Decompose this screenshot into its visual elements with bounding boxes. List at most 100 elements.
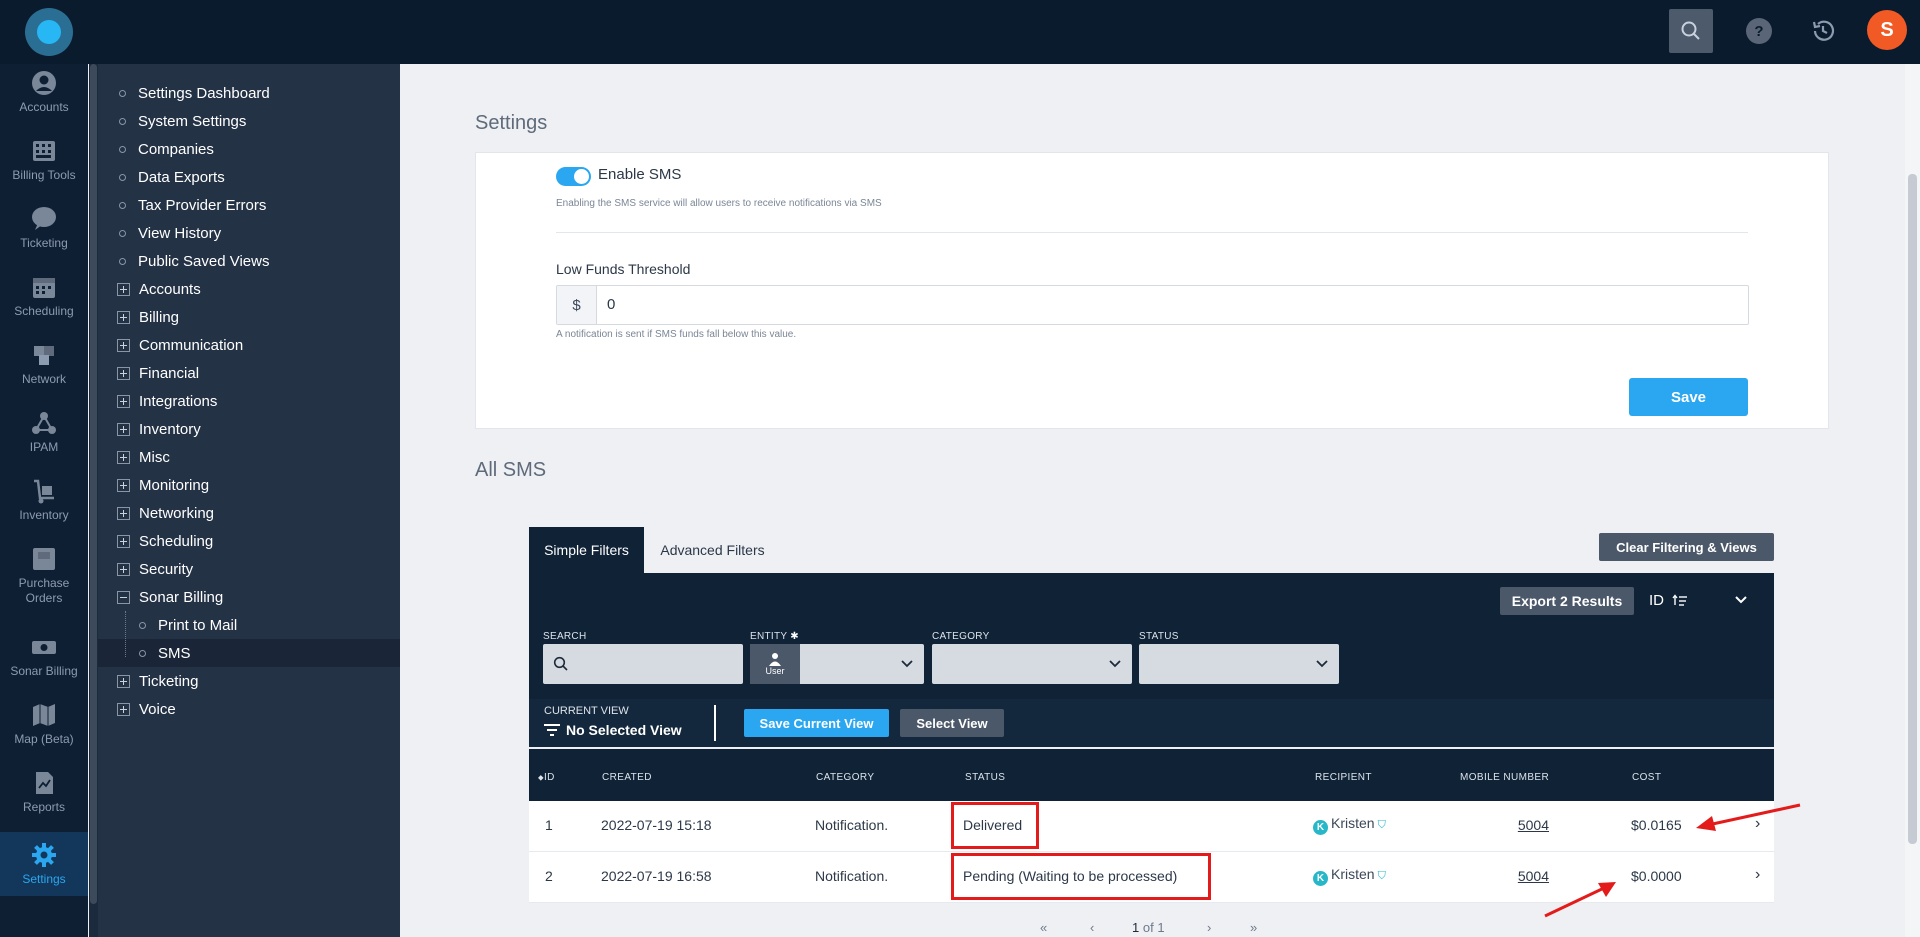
expand-icon[interactable] bbox=[117, 702, 130, 716]
expand-icon[interactable] bbox=[117, 338, 130, 352]
tree-group-security[interactable]: Security bbox=[98, 555, 400, 583]
cell-recipient[interactable]: K Kristen ⛉ bbox=[1313, 815, 1386, 835]
tree-group-ticketing[interactable]: Ticketing bbox=[98, 667, 400, 695]
search-button[interactable] bbox=[1669, 9, 1713, 53]
status-select[interactable] bbox=[1139, 644, 1339, 684]
chevron-right-icon[interactable]: › bbox=[1755, 866, 1760, 884]
tree-item-system-settings[interactable]: System Settings bbox=[98, 107, 400, 135]
tree-label: Tax Provider Errors bbox=[138, 196, 267, 214]
column-header-category[interactable]: CATEGORY bbox=[816, 772, 874, 783]
tree-item-print-to-mail[interactable]: Print to Mail bbox=[98, 611, 400, 639]
table-row[interactable]: 1 2022-07-19 15:18 Notification. Deliver… bbox=[529, 801, 1774, 852]
tree-group-inventory[interactable]: Inventory bbox=[98, 415, 400, 443]
expand-icon[interactable] bbox=[117, 394, 130, 408]
tree-item-companies[interactable]: Companies bbox=[98, 135, 400, 163]
export-button[interactable]: Export 2 Results bbox=[1500, 587, 1634, 615]
expand-icon[interactable] bbox=[117, 674, 130, 688]
pager-first-button[interactable]: « bbox=[1040, 920, 1047, 935]
save-current-view-button[interactable]: Save Current View bbox=[744, 709, 889, 737]
rail-label: Map (Beta) bbox=[14, 732, 74, 746]
column-header-recipient[interactable]: RECIPIENT bbox=[1315, 772, 1372, 783]
tree-item-data-exports[interactable]: Data Exports bbox=[98, 163, 400, 191]
tree-item-sms[interactable]: SMS bbox=[98, 639, 400, 667]
enable-sms-toggle[interactable] bbox=[556, 167, 591, 186]
rail-scroll-thumb[interactable] bbox=[90, 64, 97, 904]
column-header-cost[interactable]: COST bbox=[1632, 772, 1661, 783]
category-select[interactable] bbox=[932, 644, 1132, 684]
tree-connector bbox=[125, 611, 126, 657]
tree-group-communication[interactable]: Communication bbox=[98, 331, 400, 359]
rail-item-network[interactable]: Network bbox=[0, 342, 88, 387]
cell-mobile-number[interactable]: 5004 bbox=[1459, 817, 1549, 833]
rail-item-map-beta[interactable]: Map (Beta) bbox=[0, 702, 88, 747]
tree-item-public-saved-views[interactable]: Public Saved Views bbox=[98, 247, 400, 275]
search-input[interactable] bbox=[543, 644, 743, 684]
column-header-id[interactable]: ⬥ID bbox=[538, 772, 555, 783]
cell-recipient[interactable]: K Kristen ⛉ bbox=[1313, 866, 1386, 886]
tab-advanced-filters[interactable]: Advanced Filters bbox=[645, 527, 780, 573]
sort-select[interactable]: ID bbox=[1649, 592, 1688, 609]
rail-label: Settings bbox=[22, 872, 66, 886]
tree-item-view-history[interactable]: View History bbox=[98, 219, 400, 247]
cell-mobile-number[interactable]: 5004 bbox=[1459, 868, 1549, 884]
page-scrollbar[interactable] bbox=[1905, 64, 1920, 937]
tree-item-tax-provider-errors[interactable]: Tax Provider Errors bbox=[98, 191, 400, 219]
select-view-button[interactable]: Select View bbox=[900, 709, 1004, 737]
collapse-icon[interactable] bbox=[117, 590, 130, 604]
column-header-mobile-number[interactable]: MOBILE NUMBER bbox=[1460, 772, 1549, 783]
column-header-status[interactable]: STATUS bbox=[965, 772, 1005, 783]
column-header-created[interactable]: CREATED bbox=[602, 772, 652, 783]
app-logo[interactable] bbox=[25, 8, 73, 56]
tab-simple-filters[interactable]: Simple Filters bbox=[529, 527, 644, 573]
expand-icon[interactable] bbox=[117, 534, 130, 548]
rail-item-purchase-orders[interactable]: Purchase Orders bbox=[0, 546, 88, 606]
expand-icon[interactable] bbox=[117, 478, 130, 492]
tree-group-financial[interactable]: Financial bbox=[98, 359, 400, 387]
expand-icon[interactable] bbox=[117, 450, 130, 464]
rail-item-reports[interactable]: Reports bbox=[0, 770, 88, 815]
pager-last-button[interactable]: » bbox=[1250, 920, 1257, 935]
expand-icon[interactable] bbox=[117, 310, 130, 324]
save-button[interactable]: Save bbox=[1629, 378, 1748, 416]
rail-item-accounts[interactable]: Accounts bbox=[0, 70, 88, 115]
rail-item-billing-tools[interactable]: Billing Tools bbox=[0, 138, 88, 183]
tree-group-sonar-billing[interactable]: Sonar Billing bbox=[98, 583, 400, 611]
rail-scrollbar[interactable] bbox=[89, 64, 98, 937]
threshold-field[interactable]: $ 0 bbox=[556, 285, 1749, 325]
pager-next-button[interactable]: › bbox=[1207, 920, 1211, 935]
rail-item-settings[interactable]: Settings bbox=[0, 832, 88, 896]
tree-group-billing[interactable]: Billing bbox=[98, 303, 400, 331]
tree-group-misc[interactable]: Misc bbox=[98, 443, 400, 471]
expand-icon[interactable] bbox=[117, 562, 130, 576]
tree-group-integrations[interactable]: Integrations bbox=[98, 387, 400, 415]
user-avatar[interactable]: S bbox=[1867, 10, 1907, 50]
help-button[interactable]: ? bbox=[1737, 9, 1781, 53]
tree-group-voice[interactable]: Voice bbox=[98, 695, 400, 723]
rail-item-scheduling[interactable]: Scheduling bbox=[0, 274, 88, 319]
tree-group-scheduling[interactable]: Scheduling bbox=[98, 527, 400, 555]
pager-prev-button[interactable]: ‹ bbox=[1090, 920, 1094, 935]
page-scroll-thumb[interactable] bbox=[1908, 174, 1917, 844]
rail-item-sonar-billing[interactable]: Sonar Billing bbox=[0, 634, 88, 679]
threshold-input[interactable]: 0 bbox=[597, 286, 615, 324]
network-nodes-icon bbox=[32, 412, 56, 434]
chevron-down-icon[interactable] bbox=[1734, 592, 1748, 606]
entity-type-chip[interactable]: User bbox=[750, 644, 800, 684]
settings-heading: Settings bbox=[475, 112, 548, 134]
history-button[interactable] bbox=[1801, 9, 1845, 53]
expand-icon[interactable] bbox=[117, 366, 130, 380]
tree-group-networking[interactable]: Networking bbox=[98, 499, 400, 527]
clear-filtering-button[interactable]: Clear Filtering & Views bbox=[1599, 533, 1774, 561]
expand-icon[interactable] bbox=[117, 506, 130, 520]
entity-select[interactable]: User bbox=[750, 644, 924, 684]
tree-item-settings-dashboard[interactable]: Settings Dashboard bbox=[98, 79, 400, 107]
expand-icon[interactable] bbox=[117, 422, 130, 436]
rail-item-ipam[interactable]: IPAM bbox=[0, 410, 88, 455]
rail-item-inventory[interactable]: Inventory bbox=[0, 478, 88, 523]
expand-icon[interactable] bbox=[117, 282, 130, 296]
tree-label: Settings Dashboard bbox=[138, 84, 270, 102]
chat-bubble-icon bbox=[32, 207, 56, 230]
tree-group-accounts[interactable]: Accounts bbox=[98, 275, 400, 303]
tree-group-monitoring[interactable]: Monitoring bbox=[98, 471, 400, 499]
rail-item-ticketing[interactable]: Ticketing bbox=[0, 206, 88, 251]
